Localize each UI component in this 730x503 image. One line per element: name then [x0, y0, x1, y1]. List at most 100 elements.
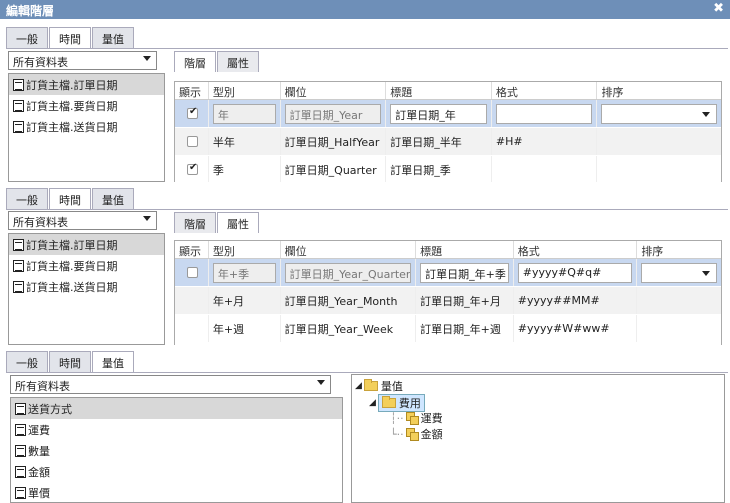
sort-cell — [597, 156, 721, 182]
table-filter-select[interactable]: 所有資料表 — [8, 51, 157, 70]
show-checkbox[interactable] — [187, 162, 198, 175]
tab-measure[interactable]: 量值 — [92, 188, 134, 209]
sort-cell — [597, 128, 721, 155]
sort-select[interactable] — [641, 262, 717, 283]
tab-time[interactable]: 時間 — [49, 351, 91, 372]
field-item-shipvia[interactable]: 送貨方式 — [11, 398, 342, 419]
format-cell: #yyyy#W#ww# — [514, 315, 638, 342]
tab-measure[interactable]: 量值 — [92, 351, 134, 373]
table-filter-value: 所有資料表 — [13, 216, 68, 229]
panel-time-2: 一般 時間 量值 所有資料表 訂貨主檔.訂單日期 訂貨主檔.要貨日期 訂貨主檔.… — [0, 183, 730, 345]
table-list: 訂貨主檔.訂單日期 訂貨主檔.要貨日期 訂貨主檔.送貨日期 — [8, 73, 165, 182]
table-item-required-date[interactable]: 訂貨主檔.要貨日期 — [9, 255, 164, 276]
format-input[interactable] — [495, 103, 593, 124]
tab-divider — [6, 48, 728, 49]
field-item-label: 數量 — [28, 444, 50, 458]
table-item-shipped-date[interactable]: 訂貨主檔.送貨日期 — [9, 116, 164, 137]
type-cell: 季 — [209, 156, 281, 182]
title-cell: 訂單日期_季 — [386, 156, 492, 182]
tab-time[interactable]: 時間 — [49, 27, 91, 49]
type-cell: 半年 — [209, 128, 281, 155]
table-item-label: 訂貨主檔.要貨日期 — [26, 99, 118, 113]
table-item-order-date[interactable]: 訂貨主檔.訂單日期 — [9, 234, 164, 255]
show-checkbox[interactable] — [187, 106, 198, 119]
sort-cell — [637, 315, 721, 342]
show-checkbox[interactable] — [187, 136, 198, 147]
field-item-price[interactable]: 單價 — [11, 482, 342, 502]
table-row[interactable]: 年+月 訂單日期_Year_Month 訂單日期_年+月 #yyyy##MM# — [175, 287, 721, 315]
table-filter-select[interactable]: 所有資料表 — [8, 211, 157, 230]
measure-icon — [405, 428, 419, 441]
type-cell: 年+月 — [209, 287, 281, 314]
format-cell: #H# — [492, 128, 598, 155]
col-format: 格式 — [514, 241, 638, 258]
folder-icon — [363, 379, 378, 391]
tree-leaf-amount[interactable]: └·· 金額 — [390, 426, 443, 442]
table-item-required-date[interactable]: 訂貨主檔.要貨日期 — [9, 95, 164, 116]
field-item-label: 單價 — [28, 486, 50, 500]
col-type: 型別 — [209, 82, 281, 99]
field-item-label: 運費 — [28, 423, 50, 437]
show-checkbox[interactable] — [187, 267, 198, 278]
table-row[interactable]: 年+季 訂單日期_Year_Quarter 訂單日期_年+季 #yyyy#Q#q… — [175, 259, 721, 287]
tab-time[interactable]: 時間 — [49, 188, 91, 210]
col-field: 欄位 — [281, 82, 387, 99]
subtab-attributes[interactable]: 屬性 — [217, 212, 259, 233]
title-cell: 訂單日期_年+週 — [416, 315, 514, 342]
hierarchy-grid: 顯示 型別 欄位 標題 格式 排序 年 訂單日期_Year 訂單日期_年 半年 … — [174, 81, 722, 182]
col-type: 型別 — [209, 241, 281, 258]
format-input[interactable]: #yyyy#Q#q# — [517, 262, 633, 283]
hierarchy-grid: 顯示 型別 欄位 標題 格式 排序 年+季 訂單日期_Year_Quarter … — [174, 240, 722, 345]
title-input[interactable]: 訂單日期_年 — [390, 103, 487, 124]
field-cell: 訂單日期_Year_Week — [281, 315, 417, 342]
tab-measure[interactable]: 量值 — [92, 27, 134, 48]
panel-measure: 一般 時間 量值 所有資料表 送貨方式 運費 數量 金額 單價 ◢ 量值 ◢ 費… — [0, 345, 730, 503]
tab-divider — [6, 372, 728, 373]
tab-general[interactable]: 一般 — [6, 27, 48, 48]
type-input: 年 — [212, 103, 276, 124]
col-show: 顯示 — [175, 241, 209, 258]
tree-root-measures[interactable]: ◢ 量值 — [355, 378, 403, 394]
sub-tabs: 階層 屬性 — [174, 212, 260, 233]
field-icon — [15, 402, 26, 415]
tree-node-label: 運費 — [420, 412, 443, 425]
subtab-hierarchy[interactable]: 階層 — [174, 51, 216, 72]
table-row[interactable]: 年 訂單日期_Year 訂單日期_年 — [175, 100, 721, 128]
table-row[interactable]: 年+週 訂單日期_Year_Week 訂單日期_年+週 #yyyy#W#ww# — [175, 315, 721, 343]
col-title: 標題 — [386, 82, 492, 99]
folder-icon — [381, 396, 396, 408]
table-icon — [13, 280, 24, 293]
field-input: 訂單日期_Year — [284, 103, 382, 124]
col-sort: 排序 — [641, 245, 664, 258]
tree-connector: └·· — [390, 427, 404, 441]
col-field: 欄位 — [281, 241, 417, 258]
subtab-hierarchy[interactable]: 階層 — [174, 212, 216, 233]
table-row[interactable]: 半年 訂單日期_HalfYear 訂單日期_半年 #H# — [175, 128, 721, 156]
field-icon — [15, 465, 26, 478]
table-row[interactable]: 季 訂單日期_Quarter 訂單日期_季 — [175, 156, 721, 182]
table-item-shipped-date[interactable]: 訂貨主檔.送貨日期 — [9, 276, 164, 297]
field-item-quantity[interactable]: 數量 — [11, 440, 342, 461]
chevron-down-icon — [702, 111, 711, 117]
table-filter-select[interactable]: 所有資料表 — [10, 375, 331, 394]
measure-tree: ◢ 量值 ◢ 費用 ┆·· 運費 └·· 金額 — [351, 374, 725, 503]
field-cell: 訂單日期_HalfYear — [281, 128, 387, 155]
field-item-amount[interactable]: 金額 — [11, 461, 342, 482]
sub-tabs: 階層 屬性 — [174, 51, 260, 72]
subtab-attributes[interactable]: 屬性 — [217, 51, 259, 72]
field-item-freight[interactable]: 運費 — [11, 419, 342, 440]
chevron-down-icon — [702, 270, 710, 276]
tree-leaf-freight[interactable]: ┆·· 運費 — [390, 410, 443, 426]
sort-select[interactable] — [601, 103, 718, 124]
title-cell: 訂單日期_半年 — [386, 128, 492, 155]
title-input[interactable]: 訂單日期_年+季 — [420, 262, 509, 283]
expand-icon[interactable]: ◢ — [355, 381, 362, 391]
main-tabs: 一般 時間 量值 — [6, 351, 135, 373]
tab-general[interactable]: 一般 — [6, 188, 48, 209]
expand-icon[interactable]: ◢ — [369, 398, 376, 408]
field-icon — [15, 444, 26, 457]
tab-general[interactable]: 一般 — [6, 351, 48, 372]
main-tabs: 一般 時間 量值 — [6, 188, 135, 210]
title-cell: 訂單日期_年+月 — [416, 287, 514, 314]
table-item-order-date[interactable]: 訂貨主檔.訂單日期 — [9, 74, 164, 95]
